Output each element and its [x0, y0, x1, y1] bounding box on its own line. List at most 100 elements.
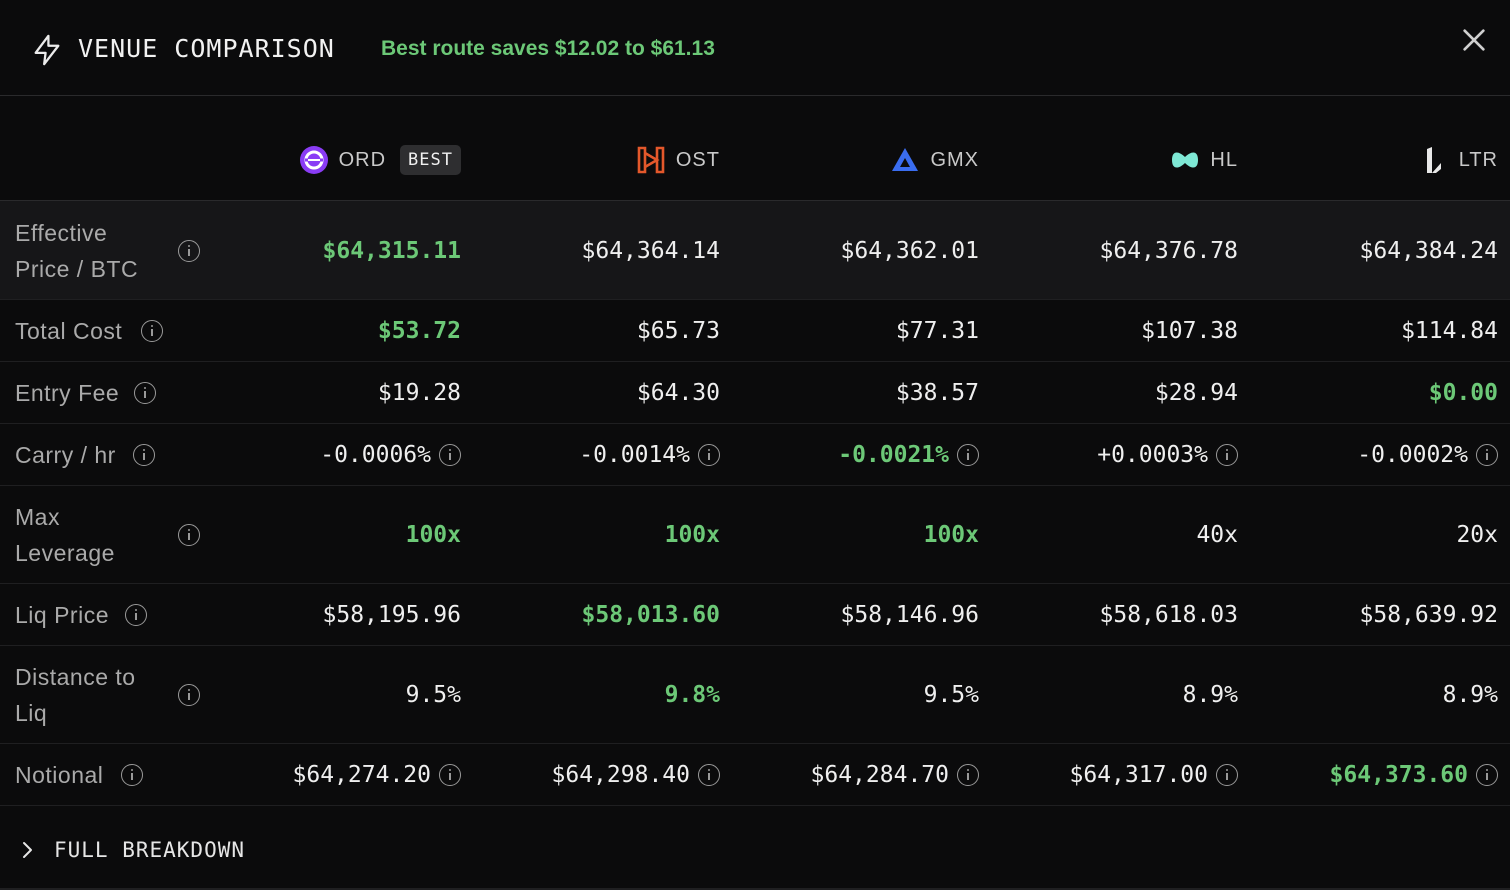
cell-value: $64,373.60 — [1329, 762, 1468, 788]
row-label-line: Total Cost — [15, 318, 123, 344]
info-icon[interactable] — [178, 239, 200, 262]
cell-value: 9.5% — [923, 682, 979, 708]
table-row: Entry Fee $19.28 $64.30 $38.57 $28.94 $0.00 — [0, 362, 1510, 424]
venue-header-ltr[interactable]: LTR — [1258, 140, 1498, 180]
savings-summary: Best route saves $12.02 to $61.13 — [381, 37, 715, 60]
info-icon[interactable] — [439, 444, 461, 466]
value-cell-hl: +0.0003% — [998, 424, 1238, 486]
cell-value: $64,364.14 — [581, 237, 720, 264]
modal-title: VENUE COMPARISON — [78, 34, 335, 63]
cell-value: $64.30 — [636, 380, 720, 406]
value-cell-ost: -0.0014% — [480, 424, 720, 486]
close-icon[interactable] — [1458, 24, 1490, 56]
cell-value: $58,146.96 — [840, 602, 979, 628]
value-cell-ord: 100x — [221, 486, 461, 584]
value-cell-ost: $64.30 — [480, 362, 720, 424]
value-cell-ost: $64,364.14 — [480, 201, 720, 300]
row-label-line: Effective — [15, 219, 108, 246]
value-cell-gmx: $38.57 — [739, 362, 979, 424]
info-icon[interactable] — [698, 764, 720, 786]
cell-value: -0.0006% — [320, 442, 431, 468]
row-label-line: Liq — [15, 700, 48, 726]
venue-name: OST — [675, 148, 720, 171]
full-breakdown-label[interactable]: FULL BREAKDOWN — [54, 838, 245, 862]
info-icon[interactable] — [1476, 444, 1498, 466]
cell-value: 100x — [664, 522, 720, 548]
info-icon[interactable] — [178, 684, 200, 706]
row-label-line: Distance to — [15, 664, 136, 690]
venue-header-gmx[interactable]: GMX — [739, 140, 979, 180]
info-icon[interactable] — [134, 382, 156, 404]
info-icon[interactable] — [125, 604, 147, 626]
row-label-line: Max — [15, 504, 60, 530]
info-icon[interactable] — [133, 444, 155, 466]
info-icon[interactable] — [698, 444, 720, 466]
table-row: Carry / hr -0.0006% -0.0014% -0.0021% +0.000… — [0, 424, 1510, 486]
row-label: Max Leverage — [15, 499, 115, 571]
table-row: Total Cost $53.72 $65.73 $77.31 $107.38 $114.… — [0, 300, 1510, 362]
cell-value: 8.9% — [1182, 682, 1238, 708]
value-cell-ltr: $64,373.60 — [1258, 744, 1498, 806]
table-row: Liq Price $58,195.96 $58,013.60 $58,146.96 $… — [0, 584, 1510, 646]
value-cell-ord: $58,195.96 — [221, 584, 461, 646]
venue-header-hl[interactable]: HL — [998, 140, 1238, 180]
venue-header-ord[interactable]: ORD BEST — [221, 140, 461, 180]
cell-value: $64,376.78 — [1099, 237, 1238, 264]
value-cell-hl: 40x — [998, 486, 1238, 584]
cell-value: $19.28 — [377, 380, 461, 406]
cell-value: 100x — [405, 522, 461, 548]
row-label: Entry Fee — [15, 375, 119, 411]
value-cell-hl: $28.94 — [998, 362, 1238, 424]
value-cell-ltr: $64,384.24 — [1258, 201, 1498, 300]
full-breakdown-toggle[interactable]: FULL BREAKDOWN — [0, 806, 1510, 890]
value-cell-gmx: $77.31 — [739, 300, 979, 362]
value-cell-gmx: $58,146.96 — [739, 584, 979, 646]
info-icon[interactable] — [121, 764, 143, 786]
cell-value: $58,639.92 — [1359, 602, 1498, 628]
venue-header-ost[interactable]: OST — [480, 140, 720, 180]
info-icon[interactable] — [439, 764, 461, 786]
value-cell-ord: $53.72 — [221, 300, 461, 362]
best-badge: BEST — [400, 145, 461, 175]
value-cell-ltr: -0.0002% — [1258, 424, 1498, 486]
row-label: Effective Price / BTC — [15, 215, 138, 287]
cell-value: 9.8% — [664, 682, 720, 708]
value-cell-hl: $64,376.78 — [998, 201, 1238, 300]
row-label-line: Entry Fee — [15, 380, 120, 406]
row-label: Total Cost — [15, 313, 122, 349]
row-label-line: Liq Price — [15, 602, 109, 628]
cell-value: $58,618.03 — [1099, 602, 1238, 628]
hl-logo-icon — [1172, 152, 1199, 168]
cell-value: $28.94 — [1154, 380, 1238, 406]
row-label: Distance to Liq — [15, 659, 136, 731]
lightning-bolt-icon — [34, 34, 60, 66]
value-cell-hl: 8.9% — [998, 646, 1238, 744]
row-label-line: Leverage — [15, 540, 115, 566]
cell-value: -0.0021% — [838, 442, 949, 468]
value-cell-ost: 9.8% — [480, 646, 720, 744]
row-label: Liq Price — [15, 597, 109, 633]
value-cell-gmx: 100x — [739, 486, 979, 584]
ord-logo-icon — [299, 146, 328, 174]
info-icon[interactable] — [178, 524, 200, 546]
value-cell-gmx: -0.0021% — [739, 424, 979, 486]
info-icon[interactable] — [1216, 764, 1238, 786]
info-icon[interactable] — [1216, 444, 1238, 466]
info-icon[interactable] — [1476, 764, 1498, 786]
value-cell-ost: $58,013.60 — [480, 584, 720, 646]
info-icon[interactable] — [957, 444, 979, 466]
cell-value: 100x — [923, 522, 979, 548]
value-cell-ord: -0.0006% — [221, 424, 461, 486]
cell-value: $53.72 — [377, 318, 461, 344]
cell-value: $65.73 — [636, 318, 720, 344]
table-row: Distance to Liq 9.5% 9.8% 9.5% 8.9% 8.9% — [0, 646, 1510, 744]
cell-value: $77.31 — [895, 318, 979, 344]
value-cell-ltr: 20x — [1258, 486, 1498, 584]
cell-value: +0.0003% — [1097, 442, 1208, 468]
info-icon[interactable] — [141, 320, 163, 342]
cell-value: $38.57 — [895, 380, 979, 406]
table-row: Max Leverage 100x 100x 100x 40x 20x — [0, 486, 1510, 584]
cell-value: $64,384.24 — [1359, 237, 1498, 264]
value-cell-ltr: $0.00 — [1258, 362, 1498, 424]
info-icon[interactable] — [957, 764, 979, 786]
